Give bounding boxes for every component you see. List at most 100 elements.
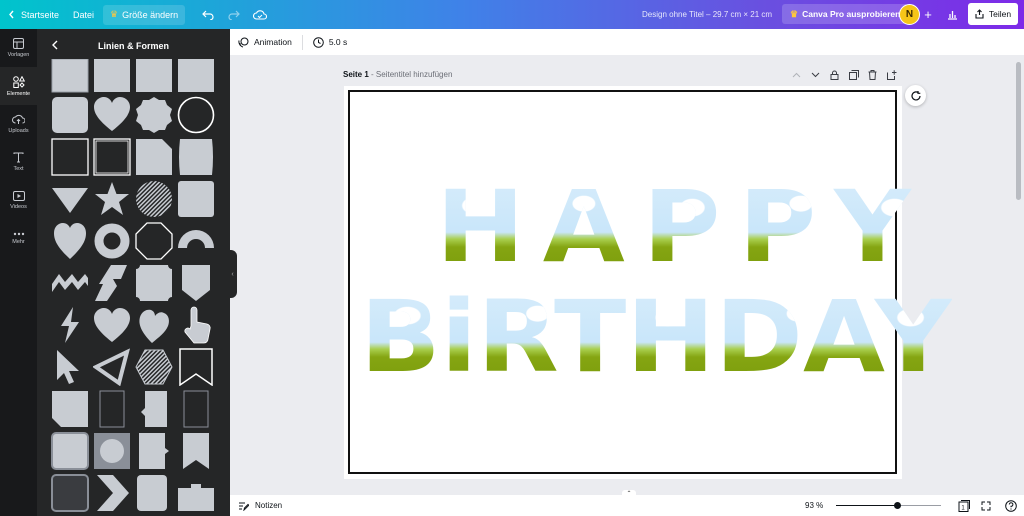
shape-rounded-rect[interactable] xyxy=(177,180,215,218)
shape-ticket[interactable] xyxy=(135,264,173,302)
shape-rect-outline-thin[interactable] xyxy=(177,390,215,428)
rail-item-elements[interactable]: Elemente xyxy=(0,67,37,105)
zoom-slider-knob[interactable] xyxy=(894,502,902,509)
shape-rect-side-notch[interactable] xyxy=(135,432,173,470)
page-up-button[interactable] xyxy=(790,68,803,81)
page-label[interactable]: Seite 1 - Seitentitel hinzufügen xyxy=(343,70,452,79)
bottom-bar: ⌃ Notizen 93 % 1 xyxy=(230,490,1024,516)
fullscreen-button[interactable] xyxy=(979,499,992,512)
animation-icon xyxy=(238,37,249,47)
shape-folded-corner[interactable] xyxy=(135,138,173,176)
shape-heart-tall[interactable] xyxy=(51,222,89,260)
shape-rect-flat[interactable] xyxy=(135,59,173,95)
shape-wavy-square[interactable] xyxy=(177,138,215,176)
shape-circle-outline[interactable] xyxy=(177,96,215,134)
add-page-button[interactable] xyxy=(885,68,898,81)
shape-triangle-down[interactable] xyxy=(51,180,89,218)
share-icon xyxy=(975,9,984,19)
help-button[interactable] xyxy=(1004,499,1017,512)
shape-heart-tilted[interactable] xyxy=(135,306,173,344)
shape-scalloped-circle[interactable] xyxy=(135,96,173,134)
try-pro-button[interactable]: ♛ Canva Pro ausprobieren xyxy=(782,4,909,24)
shape-tab-shape[interactable] xyxy=(135,390,173,428)
home-button[interactable]: Startseite xyxy=(0,0,66,29)
shape-rect-soft[interactable] xyxy=(51,58,89,95)
rail-item-label: Videos xyxy=(10,203,27,210)
toolbar-divider xyxy=(301,34,303,50)
shape-striped-circle[interactable] xyxy=(135,180,173,218)
shape-rect-notch[interactable] xyxy=(51,390,89,428)
vertical-scrollbar[interactable] xyxy=(1016,62,1021,200)
shape-hexagon-striped[interactable] xyxy=(135,348,173,386)
share-button[interactable]: Teilen xyxy=(968,3,1018,25)
shape-rounded-tab[interactable] xyxy=(135,474,173,512)
notes-button[interactable]: Notizen xyxy=(230,501,282,511)
resize-button[interactable]: ♛ Größe ändern xyxy=(103,4,186,25)
rail-item-videos[interactable]: Videos xyxy=(0,181,37,219)
shape-ring[interactable] xyxy=(93,222,131,260)
undo-icon xyxy=(202,10,214,20)
duration-button[interactable]: 5.0 s xyxy=(305,29,355,55)
rail-item-label: Elemente xyxy=(6,90,31,97)
file-menu-button[interactable]: Datei xyxy=(66,0,101,29)
page-tools xyxy=(790,68,898,81)
insights-button[interactable] xyxy=(943,0,961,29)
shape-hand-pointer[interactable] xyxy=(177,306,215,344)
shape-folder-bar[interactable] xyxy=(177,474,215,512)
shape-square-double-outline[interactable] xyxy=(93,138,131,176)
duplicate-page-button[interactable] xyxy=(847,68,860,81)
shape-square-outline[interactable] xyxy=(51,138,89,176)
delete-page-button[interactable] xyxy=(866,68,879,81)
shape-chevron-right[interactable] xyxy=(93,474,131,512)
shape-rect-thin-outline[interactable] xyxy=(93,390,131,428)
panel-collapse-handle[interactable]: ‹ xyxy=(228,250,237,298)
shape-square-dark-frame[interactable] xyxy=(51,474,89,512)
crown-icon: ♛ xyxy=(110,9,119,19)
shape-lightning[interactable] xyxy=(51,306,89,344)
show-pages-toggle[interactable]: ⌃ xyxy=(622,490,636,498)
shape-lightning-block[interactable] xyxy=(93,264,131,302)
shape-star[interactable] xyxy=(93,180,131,218)
zoom-percentage[interactable]: 93 % xyxy=(805,495,823,516)
shape-circle-in-square[interactable] xyxy=(93,432,131,470)
shape-bookmark-outline[interactable] xyxy=(177,348,215,387)
headline-birthday[interactable]: BiRTHDAY xyxy=(360,288,952,387)
page-down-button[interactable] xyxy=(809,68,822,81)
page-count-button[interactable]: 1 xyxy=(957,499,970,512)
shape-zigzag[interactable] xyxy=(51,264,89,302)
shape-triangle-arrow-outline[interactable] xyxy=(92,348,131,387)
headline-happy[interactable]: HAPPY xyxy=(436,178,929,277)
shape-heart[interactable] xyxy=(93,96,131,134)
add-member-button[interactable]: + xyxy=(921,0,935,29)
shape-banner-ribbon[interactable] xyxy=(177,432,215,470)
rail-item-label: Vorlagen xyxy=(7,52,30,58)
shape-square-framed[interactable] xyxy=(51,432,89,470)
document-title[interactable]: Design ohne Titel – 29.7 cm × 21 cm xyxy=(642,0,772,29)
shape-arch[interactable] xyxy=(177,222,215,260)
shape-octagon-outline[interactable] xyxy=(135,222,173,260)
shapes-grid xyxy=(37,58,230,516)
shape-rect-plain[interactable] xyxy=(177,59,215,95)
add-page-icon xyxy=(886,69,896,80)
shape-cursor-arrow[interactable] xyxy=(51,348,89,386)
upload-icon xyxy=(12,114,25,124)
regenerate-button[interactable] xyxy=(905,85,926,106)
shape-heart-large[interactable] xyxy=(93,306,131,344)
animation-button[interactable]: Animation xyxy=(230,29,300,55)
back-arrow-icon[interactable] xyxy=(51,39,59,51)
page-title-placeholder[interactable]: - Seitentitel hinzufügen xyxy=(369,70,452,79)
avatar[interactable]: N xyxy=(899,4,920,25)
rail-item-more[interactable]: Mehr xyxy=(0,219,37,257)
undo-button[interactable] xyxy=(195,0,221,29)
notes-icon xyxy=(239,502,249,511)
redo-button[interactable] xyxy=(221,0,247,29)
rail-item-text[interactable]: Text xyxy=(0,143,37,181)
crown-icon: ♛ xyxy=(790,8,799,19)
rail-item-uploads[interactable]: Uploads xyxy=(0,105,37,143)
shape-rounded-square[interactable] xyxy=(51,96,89,134)
rail-item-templates[interactable]: Vorlagen xyxy=(0,29,37,67)
shape-rect-shadow[interactable] xyxy=(93,59,131,95)
cloud-save-button[interactable] xyxy=(247,0,273,29)
lock-page-button[interactable] xyxy=(828,68,841,81)
shape-shield[interactable] xyxy=(177,264,215,302)
